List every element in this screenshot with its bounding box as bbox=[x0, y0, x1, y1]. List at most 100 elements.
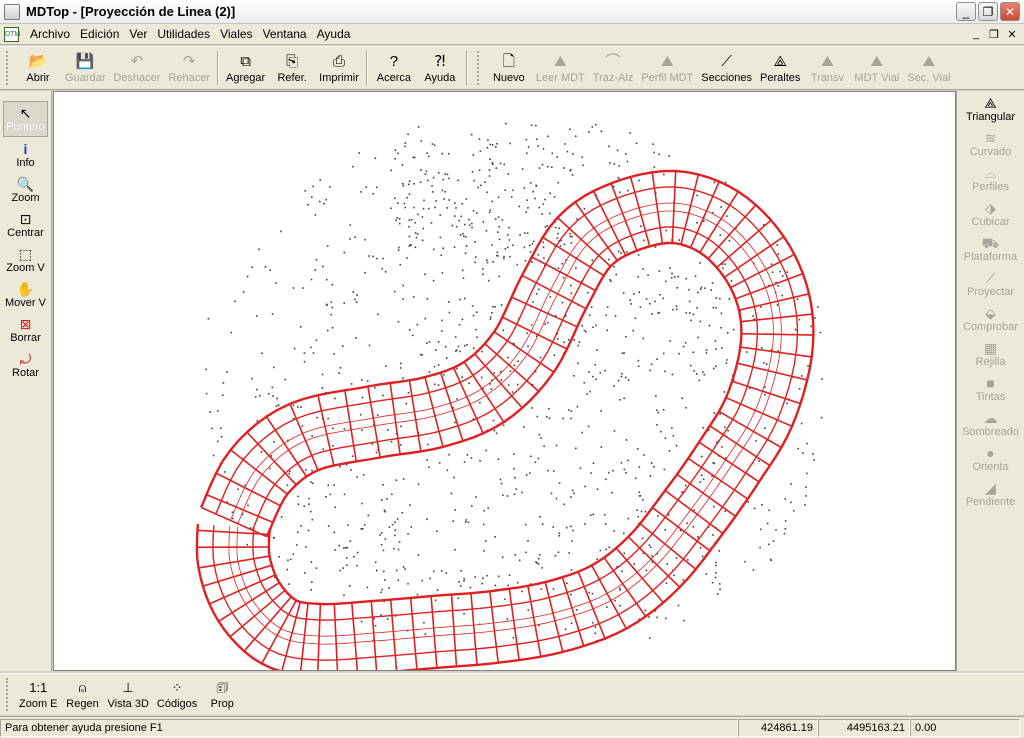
cross-section bbox=[544, 581, 564, 653]
tool-zoom-window[interactable]: ⬚ Zoom V bbox=[0, 242, 51, 277]
view-3d-button[interactable]: ⊥ Vista 3D bbox=[104, 674, 153, 715]
survey-point bbox=[302, 287, 304, 289]
tool-erase[interactable]: ⊠ Borrar bbox=[0, 312, 51, 347]
menu-utilidades[interactable]: Utilidades bbox=[152, 27, 215, 41]
tool-zoom[interactable]: 🔍 Zoom bbox=[0, 172, 51, 207]
plan-view-svg[interactable] bbox=[54, 92, 956, 671]
survey-point bbox=[558, 227, 560, 230]
survey-point bbox=[713, 412, 716, 414]
menu-ayuda[interactable]: Ayuda bbox=[312, 27, 356, 41]
survey-point bbox=[678, 239, 680, 241]
road-section-button[interactable]: ⛰ Sec. Vial bbox=[903, 47, 954, 89]
tool-info[interactable]: i Info bbox=[0, 137, 51, 172]
survey-point bbox=[820, 416, 823, 419]
tool-shading[interactable]: ☁ Sombreado bbox=[957, 406, 1024, 441]
survey-point bbox=[642, 498, 644, 501]
doc-restore-button[interactable]: ❐ bbox=[986, 26, 1002, 42]
sections-button[interactable]: ⟋ Secciones bbox=[697, 47, 756, 89]
trace-elevation-button[interactable]: ⌒ Traz-Alz bbox=[589, 47, 638, 89]
tool-pan-hand[interactable]: ✋ Mover V bbox=[0, 277, 51, 312]
printer-button[interactable]: ⎙ Imprimir bbox=[315, 47, 363, 89]
superelevation-icon: ⟁ bbox=[773, 52, 787, 70]
survey-point bbox=[424, 273, 426, 276]
transverse-button[interactable]: ⛰ Transv bbox=[804, 47, 850, 89]
menu-ventana[interactable]: Ventana bbox=[258, 27, 312, 41]
survey-point bbox=[220, 427, 222, 430]
survey-point bbox=[541, 163, 544, 166]
close-button[interactable]: ✕ bbox=[1000, 2, 1020, 21]
survey-point bbox=[356, 476, 358, 478]
read-mdt-button[interactable]: ⛰ Leer MDT bbox=[532, 47, 589, 89]
menu-ver[interactable]: Ver bbox=[124, 27, 152, 41]
survey-point bbox=[453, 476, 455, 479]
tool-tints[interactable]: ■ Tintas bbox=[957, 371, 1024, 406]
survey-point bbox=[464, 521, 467, 523]
open-folder-button[interactable]: 📂 Abrir bbox=[15, 47, 61, 89]
survey-point bbox=[417, 126, 420, 128]
survey-point bbox=[507, 173, 510, 175]
tool-center[interactable]: ⊡ Centrar bbox=[0, 207, 51, 242]
tool-slope[interactable]: ◢ Pendiente bbox=[957, 476, 1024, 511]
mdt-road-button[interactable]: ⛰ MDT Vial bbox=[850, 47, 903, 89]
doc-minimize-button[interactable]: _ bbox=[968, 26, 984, 42]
survey-point bbox=[459, 298, 461, 301]
tool-profiles[interactable]: ⌓ Perfiles bbox=[957, 161, 1024, 196]
survey-point bbox=[207, 317, 210, 320]
survey-point bbox=[711, 282, 714, 284]
toolbar-grip[interactable] bbox=[6, 678, 12, 711]
survey-point bbox=[454, 215, 456, 217]
doc-close-button[interactable]: ✕ bbox=[1004, 26, 1020, 42]
save-button[interactable]: 💾 Guardar bbox=[61, 47, 109, 89]
tool-grid[interactable]: ▦ Rejilla bbox=[957, 336, 1024, 371]
help-button[interactable]: ⁈ Ayuda bbox=[417, 47, 463, 89]
survey-point bbox=[382, 483, 384, 486]
tool-rotate[interactable]: ⤾ Rotar bbox=[0, 347, 51, 382]
reference-button[interactable]: ⎘ Refer. bbox=[269, 47, 315, 89]
survey-point bbox=[484, 181, 486, 184]
survey-point bbox=[459, 350, 461, 353]
survey-point bbox=[361, 429, 363, 432]
menu-viales[interactable]: Viales bbox=[215, 27, 257, 41]
zoom-extents-button[interactable]: 1:1 Zoom E bbox=[15, 674, 62, 715]
document-icon[interactable]: DTM bbox=[4, 26, 20, 42]
toolbar-grip[interactable] bbox=[476, 51, 483, 85]
survey-point bbox=[663, 173, 665, 176]
survey-point bbox=[591, 126, 594, 128]
tool-check[interactable]: ⬙ Comprobar bbox=[957, 301, 1024, 336]
regen-button[interactable]: ⍝ Regen bbox=[62, 674, 104, 715]
survey-point bbox=[354, 236, 356, 238]
survey-point bbox=[391, 493, 393, 496]
tool-pointer[interactable]: ↖ Puntero bbox=[3, 101, 48, 137]
tool-project[interactable]: ⟋ Proyectar bbox=[957, 266, 1024, 301]
menu-archivo[interactable]: Archivo bbox=[25, 27, 75, 41]
tool-orientation[interactable]: ● Orienta bbox=[957, 441, 1024, 476]
codes-button[interactable]: ⁘ Códigos bbox=[153, 674, 201, 715]
add-button[interactable]: ⧉ Agregar bbox=[222, 47, 269, 89]
survey-point bbox=[465, 245, 468, 247]
minimize-button[interactable]: _ bbox=[956, 2, 976, 21]
survey-point bbox=[511, 391, 514, 393]
road-corridor[interactable] bbox=[195, 169, 815, 671]
toolbar-grip[interactable] bbox=[6, 51, 12, 85]
survey-point bbox=[783, 532, 786, 535]
properties-button[interactable]: 🗊 Prop bbox=[201, 674, 243, 715]
undo-button[interactable]: ↶ Deshacer bbox=[109, 47, 164, 89]
drawing-canvas[interactable] bbox=[53, 91, 956, 671]
tool-triangulate[interactable]: ⟁ Triangular bbox=[957, 91, 1024, 126]
superelevation-button[interactable]: ⟁ Peraltes bbox=[756, 47, 804, 89]
tool-contour[interactable]: ≋ Curvado bbox=[957, 126, 1024, 161]
survey-point bbox=[613, 265, 615, 268]
survey-point bbox=[397, 579, 400, 582]
profile-mdt-button[interactable]: ⛰ Perfil MDT bbox=[637, 47, 697, 89]
survey-point bbox=[726, 215, 728, 217]
new-button[interactable]: 🗋 Nuevo bbox=[486, 47, 532, 89]
maximize-button[interactable]: ❐ bbox=[978, 2, 998, 21]
survey-point bbox=[327, 525, 330, 527]
survey-point bbox=[329, 493, 332, 496]
tool-platform[interactable]: ⛟ Plataforma bbox=[957, 231, 1024, 266]
tool-cube-volume[interactable]: ⬗ Cubicar bbox=[957, 196, 1024, 231]
redo-button[interactable]: ↷ Rehacer bbox=[164, 47, 214, 89]
about-button[interactable]: ? Acerca bbox=[371, 47, 417, 89]
menu-edicion[interactable]: Edición bbox=[75, 27, 124, 41]
survey-point bbox=[543, 257, 545, 259]
